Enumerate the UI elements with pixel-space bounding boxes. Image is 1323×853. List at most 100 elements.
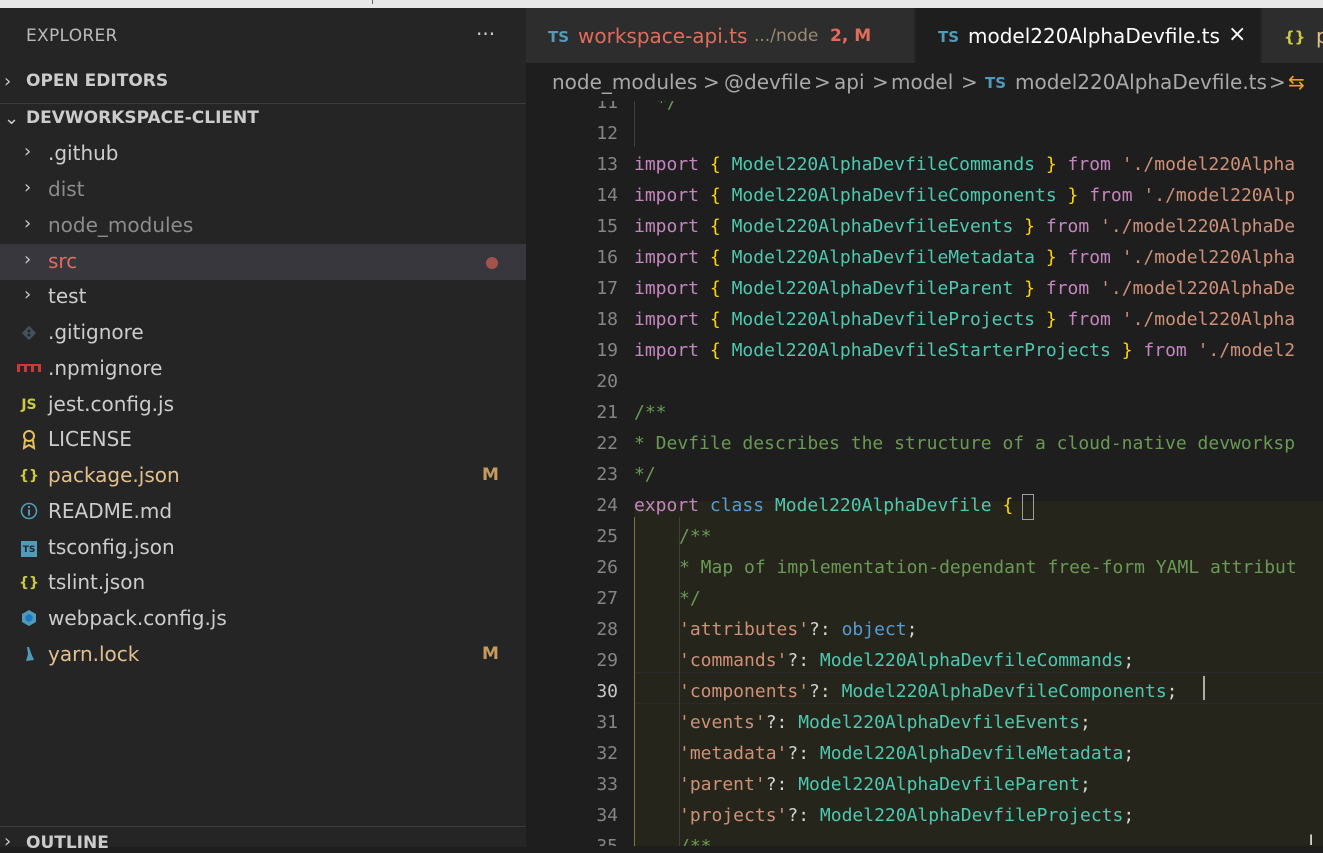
item-name: LICENSE (48, 427, 132, 451)
tree-file-license[interactable]: LICENSE (0, 422, 526, 458)
tree-folder-dist[interactable]: › dist (0, 172, 526, 208)
webpack-icon (16, 609, 42, 629)
keyword-token: from (1067, 309, 1111, 330)
line-number: 26 (596, 557, 618, 578)
code-line: * Map of implementation-dependant free-f… (679, 557, 1297, 578)
item-name: tslint.json (48, 570, 146, 594)
chevron-right-icon: › (24, 177, 32, 198)
license-icon (16, 430, 42, 450)
type-token: Model220AlphaDevfileEvents (731, 216, 1014, 237)
line-number: 11 (596, 101, 618, 113)
chevron-right-icon: > (1269, 70, 1286, 94)
punct-token: ; (1123, 805, 1135, 826)
keyword-token: import (634, 340, 700, 361)
punct-token: ; (906, 619, 918, 640)
line-number: 19 (596, 340, 618, 361)
yarn-icon (16, 645, 42, 665)
chevron-down-icon: ⌄ (4, 108, 20, 129)
breadcrumb-item[interactable]: api (834, 70, 865, 94)
tree-file-readme[interactable]: README.md (0, 494, 526, 530)
tab-workspace-api[interactable]: TS workspace-api.ts .../node 2, M (526, 8, 914, 63)
tab-model220-alpha-devfile[interactable]: TS model220AlphaDevfile.ts × (916, 8, 1260, 63)
punct-token: ; (1079, 712, 1091, 733)
tab-label: workspace-api.ts (578, 24, 748, 48)
problem-dot-icon (486, 257, 498, 269)
tree-file-tsconfig[interactable]: TS tsconfig.json (0, 530, 526, 566)
section-workspace[interactable]: ⌄ DEVWORKSPACE-CLIENT (0, 103, 526, 135)
keyword-token: from (1067, 247, 1111, 268)
tree-file-package-json[interactable]: {} package.json M (0, 458, 526, 494)
punct-token: ?: (787, 805, 820, 826)
section-outline[interactable]: › OUTLINE (0, 826, 526, 853)
tab-status: 2, M (830, 26, 872, 46)
tree-folder-github[interactable]: › .github (0, 136, 526, 172)
breadcrumb-item[interactable]: model (891, 70, 953, 94)
code-line: import { Model220AlphaDevfileCommands } … (634, 154, 1295, 175)
breadcrumb-file[interactable]: model220AlphaDevfile.ts (1015, 70, 1267, 94)
type-token: object (841, 619, 907, 640)
tree-folder-node-modules[interactable]: › node_modules (0, 208, 526, 244)
brace-token: } (1045, 154, 1057, 175)
code-line: /** (679, 526, 712, 547)
section-label: OUTLINE (26, 833, 109, 853)
breadcrumb-item[interactable]: @devfile (724, 70, 811, 94)
code-line: import { Model220AlphaDevfileStarterProj… (634, 340, 1295, 361)
breadcrumb-item[interactable]: node_modules (552, 70, 697, 94)
line-number: 17 (596, 278, 618, 299)
code-line: import { Model220AlphaDevfileComponents … (634, 185, 1295, 206)
item-name: dist (48, 177, 85, 201)
tab-partial[interactable]: {} p (1262, 8, 1323, 63)
code-line: */ (656, 101, 678, 113)
close-icon[interactable]: × (1228, 22, 1246, 47)
string-token: './model220Alp (1143, 185, 1296, 206)
tree-folder-src[interactable]: › src (0, 244, 526, 280)
tree-file-npmignore[interactable]: .npmignore (0, 351, 526, 387)
code-line: import { Model220AlphaDevfileEvents } fr… (634, 216, 1295, 237)
type-token: Model220AlphaDevfileParent (731, 278, 1014, 299)
type-token: Model220AlphaDevfileParent (798, 774, 1080, 795)
line-number: 23 (596, 464, 618, 485)
line-number: 27 (596, 588, 618, 609)
chevron-right-icon: › (24, 213, 32, 234)
modified-badge: M (482, 644, 499, 664)
item-name: README.md (48, 499, 173, 523)
tree-folder-test[interactable]: › test (0, 279, 526, 315)
tree-file-yarn-lock[interactable]: yarn.lock M (0, 637, 526, 673)
keyword-token: export (634, 495, 700, 516)
string-token: './model220Alpha (1121, 247, 1296, 268)
punct-token: ?: (765, 774, 799, 795)
symbol-class-icon[interactable]: ⇆ (1288, 70, 1305, 94)
code-editor[interactable]: 11 12 13 14 15 16 17 18 19 20 21 22 23 2… (526, 101, 1323, 846)
code-line: 'commands'?: Model220AlphaDevfileCommand… (679, 650, 1134, 671)
item-name: yarn.lock (48, 642, 140, 666)
punct-token: ; (1123, 743, 1135, 764)
brace-token: { (709, 154, 721, 175)
chevron-right-icon: › (24, 141, 32, 162)
string-token: 'parent' (679, 774, 766, 795)
item-name: .github (48, 141, 119, 165)
type-token: Model220AlphaDevfileProjects (819, 805, 1124, 826)
code-line: import { Model220AlphaDevfileMetadata } … (634, 247, 1295, 268)
brace-token: { (1002, 495, 1014, 516)
item-name: package.json (48, 463, 180, 487)
tree-file-jest-config[interactable]: JS jest.config.js (0, 387, 526, 423)
keyword-token: from (1045, 278, 1090, 299)
ellipsis-icon[interactable]: ··· (476, 22, 495, 46)
section-open-editors[interactable]: › OPEN EDITORS (0, 66, 526, 98)
modified-badge: M (482, 465, 499, 485)
tree-file-tslint[interactable]: {} tslint.json (0, 565, 526, 601)
brace-token: } (1045, 247, 1057, 268)
tab-label: p (1316, 24, 1323, 48)
window-top-strip (0, 0, 1323, 8)
tree-file-gitignore[interactable]: .gitignore (0, 315, 526, 351)
line-number: 25 (596, 526, 618, 547)
code-line: import { Model220AlphaDevfileProjects } … (634, 309, 1295, 330)
git-icon (16, 323, 42, 343)
tree-file-webpack[interactable]: webpack.config.js (0, 601, 526, 637)
indent-guide-active (634, 517, 635, 846)
storage-token: class (709, 495, 765, 516)
type-token: Model220AlphaDevfileCommands (731, 154, 1035, 175)
string-token: 'attributes' (679, 619, 810, 640)
type-token: Model220AlphaDevfileComponents (841, 681, 1167, 702)
code-line: 'metadata'?: Model220AlphaDevfileMetadat… (679, 743, 1134, 764)
